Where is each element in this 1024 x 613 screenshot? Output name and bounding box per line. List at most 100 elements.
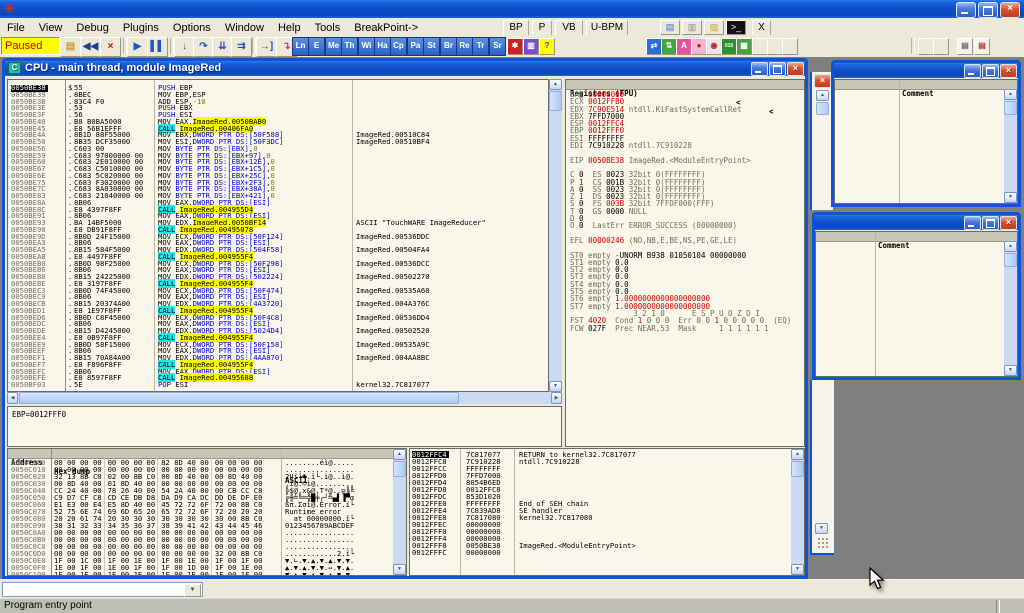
disassembly-pane[interactable]: 0050BE38$55PUSH EBP0050BE39.8BECMOV EBP,… xyxy=(7,79,549,392)
cpu-maximize-button[interactable] xyxy=(769,62,786,76)
maximize-button[interactable] xyxy=(982,216,999,230)
maximize-button[interactable] xyxy=(978,2,998,18)
minimize-button[interactable] xyxy=(964,64,981,78)
dropdown-arrow-icon[interactable]: ▼ xyxy=(184,584,201,597)
minimize-button[interactable] xyxy=(964,216,981,230)
toolbar-close-button[interactable]: X xyxy=(752,20,771,36)
toolbar-button-bp[interactable]: BP xyxy=(503,20,529,36)
scroll-thumb[interactable] xyxy=(791,461,804,477)
console-icon[interactable]: >_ xyxy=(726,20,746,35)
scroll-thumb[interactable] xyxy=(1004,101,1017,115)
spiral-icon[interactable]: ◉ xyxy=(706,38,722,55)
scroll-down-button[interactable]: ▼ xyxy=(791,564,804,575)
disassembly-vscrollbar[interactable]: ▲ ▼ xyxy=(549,79,562,392)
copy-document-icon[interactable]: ▤ xyxy=(660,20,680,35)
comment-vscrollbar[interactable]: ▲ ▼ xyxy=(1004,241,1017,376)
memory-dump-pane[interactable]: Address Hex dump ASCII 0050C00000 00 00 … xyxy=(7,448,407,576)
hidden-window-close-button[interactable]: × xyxy=(814,74,831,88)
view-button-ln[interactable]: Ln xyxy=(292,37,309,56)
comment-vscrollbar[interactable]: ▲ ▼ xyxy=(1004,89,1017,203)
view-button-tr[interactable]: Tr xyxy=(472,37,489,56)
open-file-icon[interactable]: ▤ xyxy=(60,37,81,57)
run-icon[interactable]: ▶ xyxy=(127,37,148,57)
empty-button[interactable] xyxy=(918,38,934,55)
info-pane[interactable]: EBP=0012FFF0 xyxy=(7,406,562,447)
disassembly-hscrollbar[interactable]: ◀ ▶ xyxy=(7,392,562,404)
scroll-thumb[interactable] xyxy=(816,102,829,115)
view-button-e[interactable]: E xyxy=(308,37,325,56)
notes-page-icon[interactable]: ▤ xyxy=(957,38,973,55)
toolbar-button-u-bpm[interactable]: U-BPM xyxy=(586,20,628,36)
scroll-thumb[interactable] xyxy=(393,461,406,477)
register-line[interactable]: FCW 027F Prec NEAR,53 Mask 1 1 1 1 1 1 xyxy=(570,325,804,332)
maximize-button[interactable] xyxy=(982,64,999,78)
view-button-ha[interactable]: Ha xyxy=(374,37,391,56)
stack-pane[interactable]: 0012FFC47C817077RETURN to kernel32.7C817… xyxy=(409,448,805,576)
restart-icon[interactable]: ◀◀ xyxy=(80,37,101,57)
dump-vscrollbar[interactable]: ▲ ▼ xyxy=(393,449,406,575)
disasm-row[interactable]: 0050BE3E.53PUSH EBX xyxy=(8,105,548,112)
scroll-down-button[interactable]: ▼ xyxy=(815,523,828,534)
empty-button[interactable] xyxy=(782,38,798,55)
stack-vscrollbar[interactable]: ▲ ▼ xyxy=(791,449,804,575)
cpu-close-button[interactable]: × xyxy=(787,62,804,76)
scroll-down-button[interactable]: ▼ xyxy=(1004,365,1017,376)
comment-window-titlebar[interactable]: × xyxy=(834,63,1018,78)
scroll-up-button[interactable]: ▲ xyxy=(393,449,406,460)
view-button-th[interactable]: Th xyxy=(341,37,358,56)
empty-button[interactable] xyxy=(933,38,949,55)
window-grid-icon[interactable]: ▦ xyxy=(736,38,752,55)
view-button-pa[interactable]: Pa xyxy=(407,37,424,56)
scroll-down-button[interactable]: ▼ xyxy=(549,381,562,392)
breakpoint-dot-icon[interactable]: ● xyxy=(691,38,707,55)
step-over-icon[interactable]: ↷ xyxy=(193,37,214,57)
pause-icon[interactable]: ▌▌ xyxy=(147,37,168,57)
register-line[interactable]: EDI 7C910228 ntdll.7C910228 xyxy=(570,142,804,149)
close-button[interactable]: × xyxy=(1000,64,1017,78)
view-button-st[interactable]: St xyxy=(423,37,440,56)
resize-grip[interactable] xyxy=(817,537,830,549)
scroll-down-button[interactable]: ▼ xyxy=(393,564,406,575)
close-button[interactable]: × xyxy=(1000,2,1020,18)
scroll-up-button[interactable]: ▲ xyxy=(791,449,804,460)
scroll-up-button[interactable]: ▲ xyxy=(816,90,829,101)
view-button-sr[interactable]: Sr xyxy=(489,37,506,56)
help-icon[interactable]: ? xyxy=(539,38,555,55)
log-document-icon[interactable]: ▥ xyxy=(682,20,702,35)
scroll-down-button[interactable]: ▼ xyxy=(1004,192,1017,203)
open-folder-icon[interactable]: ▨ xyxy=(704,20,724,35)
register-line[interactable]: T 0 GS 0000 NULL xyxy=(570,208,804,215)
view-button-br[interactable]: Br xyxy=(440,37,457,56)
command-input[interactable]: ▼ xyxy=(2,582,203,597)
scroll-right-button[interactable]: ▶ xyxy=(551,392,562,404)
settings-gear-icon[interactable]: ✱ xyxy=(507,38,523,55)
scroll-left-button[interactable]: ◀ xyxy=(7,392,18,404)
register-line[interactable]: EFL 00000246 (NO,NB,E,BE,NS,PE,GE,LE) xyxy=(570,237,804,244)
execute-till-return-icon[interactable]: →] xyxy=(256,37,277,57)
comment-list[interactable]: Comment ▲ ▼ xyxy=(815,231,1018,377)
minimize-button[interactable] xyxy=(956,2,976,18)
comment-window-titlebar[interactable]: × xyxy=(815,215,1018,230)
cpu-window-titlebar[interactable]: CCPU - main thread, module ImageRed × xyxy=(5,61,805,76)
scroll-up-button[interactable]: ▲ xyxy=(549,79,562,90)
toolbar-button-vb[interactable]: VB xyxy=(555,20,583,36)
disasm-row[interactable]: 0050BEFE.E8 8597F8FFCALL ImageRed.004956… xyxy=(8,375,548,382)
swap-arrows-icon[interactable]: ⇄ xyxy=(646,38,662,55)
step-into-icon[interactable]: ↓ xyxy=(174,37,195,57)
scroll-thumb[interactable] xyxy=(1004,253,1017,267)
ascii-table-icon[interactable]: A xyxy=(676,38,692,55)
registers-pane[interactable]: Registers (FPU) < < EAX 00000000ECX 0012… xyxy=(565,79,805,447)
stack-row[interactable]: 0012FFFC00000000 xyxy=(410,549,790,556)
toolbar-button-p[interactable]: P xyxy=(532,20,552,36)
view-button-me[interactable]: Me xyxy=(325,37,342,56)
disasm-row[interactable]: 0050BF03.5EPOP ESIkernel32.7C817077 xyxy=(8,382,548,389)
close-program-icon[interactable]: × xyxy=(100,37,121,57)
dump-row[interactable]: 0050C1001F 00 1E 001F 00 1E 001F 00 1E 0… xyxy=(8,571,392,576)
in-out-arrows-icon[interactable]: ⇅ xyxy=(661,38,677,55)
view-button-re[interactable]: Re xyxy=(456,37,473,56)
close-button[interactable]: × xyxy=(1000,216,1017,230)
marked-notes-icon[interactable]: ▤ xyxy=(974,38,990,55)
scroll-up-button[interactable]: ▲ xyxy=(1004,241,1017,252)
cpu-minimize-button[interactable] xyxy=(751,62,768,76)
binary-icon[interactable]: 010 xyxy=(721,38,737,55)
